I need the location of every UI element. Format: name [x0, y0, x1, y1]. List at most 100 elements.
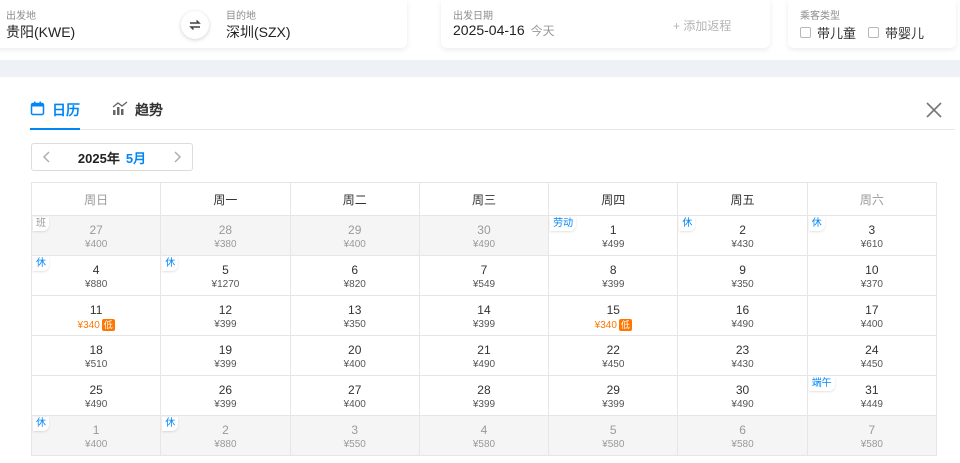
calendar-day-cell[interactable]: 5 ¥580	[549, 416, 679, 456]
calendar-day-cell[interactable]: 11 ¥340 低	[32, 296, 162, 336]
day-price: ¥399	[602, 399, 625, 410]
calendar-day-cell[interactable]: 6 ¥580	[678, 416, 808, 456]
calendar-day-cell[interactable]: 4 ¥580	[419, 416, 550, 456]
calendar-day-cell[interactable]: 25 ¥490	[32, 376, 162, 416]
calendar-day-cell[interactable]: 休 2 ¥880	[161, 416, 291, 456]
calendar-day-cell[interactable]: 12 ¥399	[161, 296, 291, 336]
calendar-day-cell[interactable]: 17 ¥400	[807, 296, 937, 336]
day-price: ¥399	[472, 319, 496, 330]
calendar-day-cell[interactable]: 26 ¥399	[161, 376, 291, 416]
calendar-day-cell[interactable]: 14 ¥399	[419, 296, 550, 336]
calendar-day-cell[interactable]: 28 ¥380	[161, 216, 291, 256]
day-price-wrap: ¥399	[549, 279, 677, 290]
chevron-right-icon[interactable]	[172, 151, 182, 163]
day-price-wrap: ¥399	[161, 359, 289, 370]
passenger-card: 乘客类型 带儿童 带婴儿	[788, 0, 956, 48]
day-price-wrap: ¥399	[161, 399, 289, 410]
search-bar-area: 出发地 贵阳(KWE) 目的地 深圳(SZX) 出发日期 2025-04-16 今…	[0, 0, 960, 77]
checkbox-icon	[868, 27, 880, 38]
tab-trend[interactable]: 趋势	[112, 100, 164, 130]
day-number: 25	[89, 383, 103, 397]
calendar-day-cell[interactable]: 休 4 ¥880	[32, 256, 162, 296]
day-price: ¥430	[731, 239, 754, 250]
day-number: 13	[348, 303, 362, 317]
day-number: 30	[735, 383, 750, 397]
calendar-day-cell[interactable]: 班 27 ¥400	[32, 216, 162, 256]
calendar-day-cell[interactable]: 10 ¥370	[807, 256, 937, 296]
with-child-checkbox[interactable]: 带儿童	[800, 23, 856, 42]
calendar-day-cell[interactable]: 3 ¥550	[290, 416, 420, 456]
calendar-day-cell[interactable]: 15 ¥340 低	[549, 296, 679, 336]
departure-value: 贵阳(KWE)	[6, 24, 76, 40]
day-number: 16	[735, 303, 750, 317]
day-price-wrap: ¥580	[549, 439, 677, 450]
calendar-day-cell[interactable]: 8 ¥399	[549, 256, 679, 296]
day-number: 2	[739, 223, 746, 237]
day-number: 1	[92, 423, 100, 437]
calendar-day-cell[interactable]: 22 ¥450	[549, 336, 679, 376]
calendar-day-cell[interactable]: 29 ¥400	[290, 216, 420, 256]
date-label: 出发日期	[453, 11, 493, 22]
calendar-day-cell[interactable]: 7 ¥580	[807, 416, 937, 456]
calendar-day-cell[interactable]: 30 ¥490	[419, 216, 550, 256]
calendar-week-row: 休 1 ¥400 休 2 ¥880 3 ¥550 4 ¥580 5 ¥580 6 ¥580 7 ¥580	[32, 416, 937, 456]
chevron-left-icon[interactable]	[42, 151, 52, 163]
swap-button[interactable]	[181, 11, 209, 39]
day-price-wrap: ¥340 低	[549, 319, 677, 331]
calendar-day-cell[interactable]: 28 ¥399	[419, 376, 550, 416]
calendar-day-cell[interactable]: 劳动 1 ¥499	[549, 216, 679, 256]
calendar-day-cell[interactable]: 13 ¥350	[290, 296, 420, 336]
day-number: 31	[865, 383, 879, 397]
calendar-day-cell[interactable]: 29 ¥399	[549, 376, 679, 416]
calendar-day-cell[interactable]: 9 ¥350	[678, 256, 808, 296]
month-label: 5月	[125, 150, 147, 166]
calendar-day-cell[interactable]: 休 5 ¥1270	[161, 256, 291, 296]
day-price-wrap: ¥400	[291, 359, 419, 370]
month-navigator: 2025年 5月	[31, 143, 193, 171]
day-number: 18	[89, 343, 103, 357]
weekday-header-row: 周日 周一 周二 周三 周四 周五 周六	[32, 183, 937, 216]
day-price-wrap: ¥510	[32, 359, 160, 370]
calendar-day-cell[interactable]: 23 ¥430	[678, 336, 808, 376]
day-number: 4	[92, 263, 100, 277]
day-price-wrap: ¥350	[678, 279, 806, 290]
day-number: 6	[739, 423, 746, 437]
with-infant-checkbox[interactable]: 带婴儿	[868, 23, 924, 42]
calendar-day-cell[interactable]: 休 1 ¥400	[32, 416, 162, 456]
calendar-grid: 周日 周一 周二 周三 周四 周五 周六 班 27 ¥400 28 ¥380 29 ¥400 30 ¥490…	[31, 182, 937, 456]
close-icon[interactable]	[924, 100, 944, 120]
day-price-wrap: ¥490	[420, 239, 548, 250]
calendar-week-row: 18 ¥510 19 ¥399 20 ¥400 21 ¥490 22 ¥450 23 ¥430 24 ¥4…	[32, 336, 937, 376]
with-child-label: 带儿童	[817, 26, 857, 41]
day-price-wrap: ¥400	[32, 239, 160, 250]
calendar-day-cell[interactable]: 30 ¥490	[678, 376, 808, 416]
day-price-wrap: ¥399	[420, 319, 548, 330]
weekday-header: 周日	[32, 183, 162, 216]
calendar-week-row: 25 ¥490 26 ¥399 27 ¥400 28 ¥399 29 ¥399 30 ¥490 端午 31…	[32, 376, 937, 416]
day-price: ¥340	[594, 320, 617, 331]
day-price-wrap: ¥340 低	[32, 319, 160, 331]
calendar-day-cell[interactable]: 7 ¥549	[419, 256, 550, 296]
day-price-wrap: ¥550	[291, 439, 419, 450]
day-price: ¥450	[860, 359, 883, 370]
calendar-day-cell[interactable]: 20 ¥400	[290, 336, 420, 376]
calendar-day-cell[interactable]: 16 ¥490	[678, 296, 808, 336]
calendar-day-cell[interactable]: 休 3 ¥610	[807, 216, 937, 256]
day-price: ¥580	[602, 439, 625, 450]
day-number: 7	[868, 423, 876, 437]
calendar-day-cell[interactable]: 18 ¥510	[32, 336, 162, 376]
tab-calendar[interactable]: 日历	[30, 100, 80, 130]
add-return-button[interactable]: + 添加返程	[673, 17, 731, 34]
trend-chart-icon	[112, 101, 128, 115]
calendar-day-cell[interactable]: 21 ¥490	[419, 336, 550, 376]
departure-label: 出发地	[6, 11, 36, 22]
day-number: 27	[89, 223, 103, 237]
day-price-wrap: ¥450	[549, 359, 677, 370]
calendar-day-cell[interactable]: 端午 31 ¥449	[807, 376, 937, 416]
calendar-day-cell[interactable]: 24 ¥450	[807, 336, 937, 376]
calendar-day-cell[interactable]: 6 ¥820	[290, 256, 420, 296]
calendar-day-cell[interactable]: 休 2 ¥430	[678, 216, 808, 256]
tab-calendar-label: 日历	[52, 102, 80, 118]
calendar-day-cell[interactable]: 27 ¥400	[290, 376, 420, 416]
calendar-day-cell[interactable]: 19 ¥399	[161, 336, 291, 376]
